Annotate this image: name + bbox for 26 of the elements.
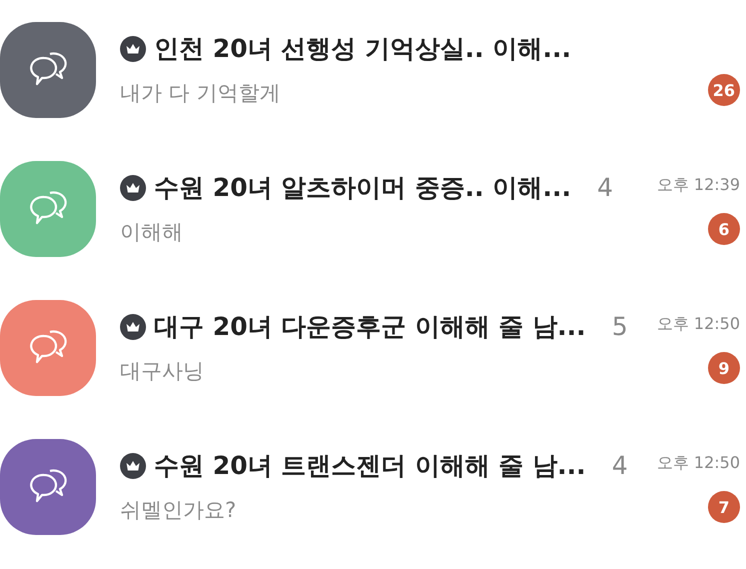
crown-icon — [120, 174, 146, 200]
message-time: 오후 12:50 — [656, 314, 740, 334]
message-time: 오후 12:50 — [656, 453, 740, 473]
unread-count-badge: 7 — [708, 491, 740, 523]
chat-room-title: 수원 20녀 알츠하이머 중증.. 이해... — [154, 172, 572, 204]
unread-count-badge: 26 — [708, 74, 740, 106]
crown-icon — [120, 314, 146, 340]
member-count: 5 — [612, 312, 628, 341]
chat-room-title: 인천 20녀 선행성 기억상실.. 이해... — [154, 33, 572, 65]
last-message: 쉬멜인가요? — [120, 497, 238, 524]
unread-count-badge: 9 — [708, 352, 740, 384]
chat-room-title: 수원 20녀 트랜스젠더 이해해 줄 남... — [154, 450, 586, 482]
last-message: 이해해 — [120, 219, 184, 246]
chat-room-title: 대구 20녀 다운증후군 이해해 줄 남... — [154, 311, 586, 343]
chat-room-item[interactable]: 수원 20녀 트랜스젠더 이해해 줄 남... 4 쉬멜인가요? 오후 12:50 7 — [0, 439, 746, 535]
last-message: 대구사닝 — [120, 358, 205, 385]
chat-room-item[interactable]: 대구 20녀 다운증후군 이해해 줄 남... 5 대구사닝 오후 12:50 9 — [0, 300, 746, 396]
chat-room-item[interactable]: 인천 20녀 선행성 기억상실.. 이해... 내가 다 기억할게 26 — [0, 22, 746, 118]
message-time: 오후 12:39 — [656, 175, 740, 195]
crown-icon — [120, 452, 146, 478]
member-count: 4 — [597, 173, 613, 202]
chat-room-item[interactable]: 수원 20녀 알츠하이머 중증.. 이해... 4 이해해 오후 12:39 6 — [0, 161, 746, 257]
member-count: 4 — [612, 451, 628, 480]
last-message: 내가 다 기억할게 — [120, 80, 282, 107]
crown-icon — [120, 36, 146, 62]
unread-count-badge: 6 — [708, 213, 740, 245]
